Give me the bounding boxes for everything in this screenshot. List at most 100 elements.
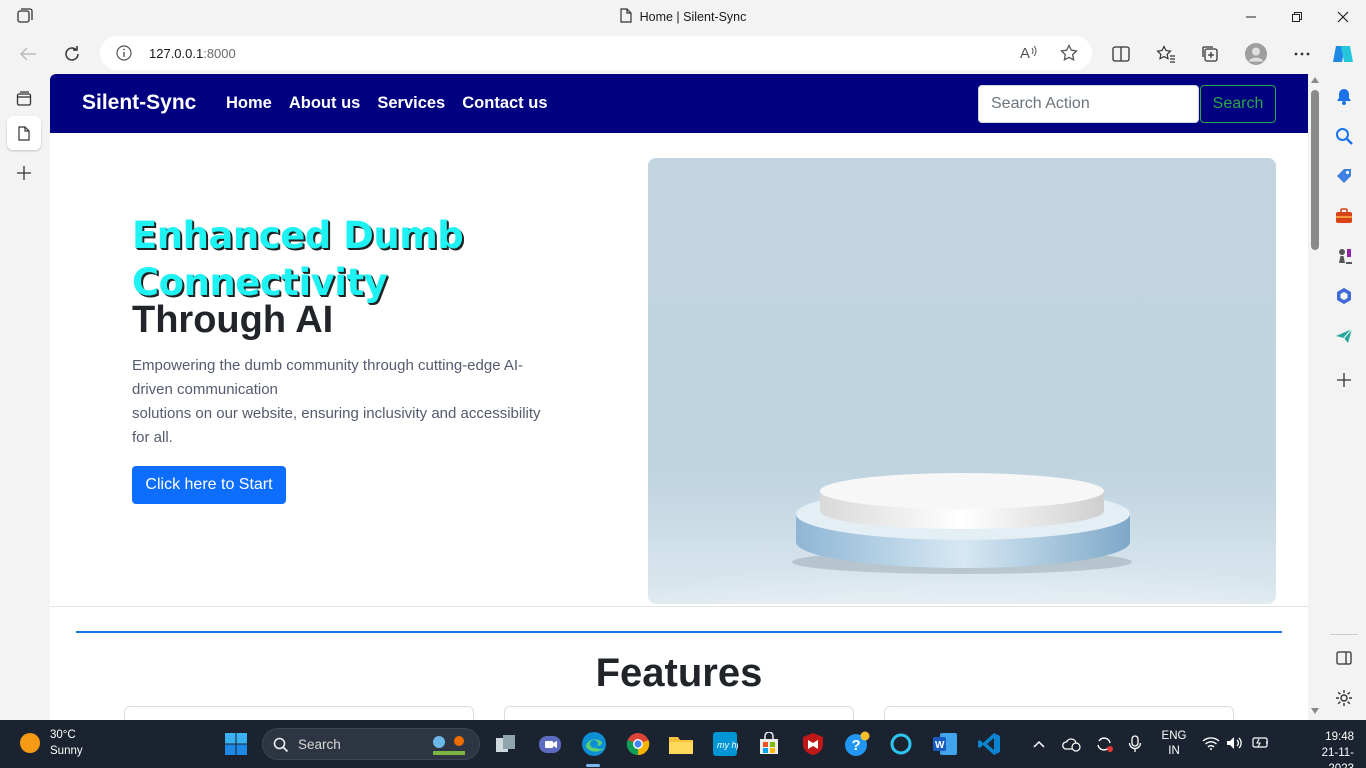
hero-description-line-2: solutions on our website, ensuring inclu… [132, 405, 541, 446]
search-highlight-icon [433, 736, 465, 755]
taskbar-search-label: Search [298, 737, 341, 752]
back-button[interactable] [12, 38, 44, 70]
url-host: 127.0.0.1 [149, 46, 204, 61]
vertical-tabs-strip [0, 74, 50, 720]
read-aloud-icon[interactable]: A [1020, 44, 1038, 65]
address-row: 127.0.0.1:8000 A [0, 33, 1366, 74]
nav-link-home[interactable]: Home [226, 94, 272, 113]
settings-gear-icon[interactable] [1332, 686, 1356, 710]
site-nav-links: Home About us Services Contact us [226, 94, 548, 113]
tab-actions-menu-icon[interactable] [7, 82, 41, 116]
browser-titlebar: Home | Silent-Sync [0, 0, 1366, 33]
svg-text:?: ? [852, 737, 861, 754]
window-title-text: Home | Silent-Sync [639, 10, 747, 24]
microsoft-store-icon[interactable] [755, 730, 783, 758]
shopping-tag-icon[interactable] [1332, 164, 1356, 188]
vscode-icon[interactable] [975, 730, 1003, 758]
nav-link-contact[interactable]: Contact us [462, 94, 547, 113]
svg-text:W: W [935, 740, 945, 751]
windows-taskbar: 30°C Sunny Search my hp ? W ENG IN 19:48… [0, 720, 1366, 768]
volume-icon[interactable] [1226, 736, 1244, 768]
search-icon[interactable] [1332, 124, 1356, 148]
word-icon[interactable]: W [931, 730, 959, 758]
edge-browser-icon[interactable] [580, 730, 608, 758]
new-tab-plus-icon[interactable] [7, 156, 41, 190]
copilot-icon[interactable] [1331, 42, 1355, 66]
collections-icon[interactable] [1198, 42, 1222, 66]
hero-bottom-divider [50, 606, 1308, 607]
file-explorer-icon[interactable] [667, 730, 695, 758]
page-scrollbar[interactable] [1308, 74, 1322, 720]
page-icon [620, 8, 632, 26]
feature-card [504, 706, 854, 720]
split-screen-icon[interactable] [1109, 42, 1133, 66]
tab-home-silent-sync[interactable] [7, 116, 41, 150]
language-indicator[interactable]: ENG IN [1158, 729, 1190, 768]
task-view-icon[interactable] [492, 730, 520, 758]
sunny-weather-icon [20, 733, 40, 753]
scroll-down-arrow-icon[interactable] [1311, 708, 1319, 714]
site-search-input[interactable] [978, 85, 1199, 123]
help-icon[interactable]: ? [843, 730, 871, 758]
clock-time: 19:48 [1325, 731, 1354, 743]
restore-button[interactable] [1274, 0, 1320, 33]
svg-text:A: A [1020, 45, 1030, 60]
site-search-button[interactable]: Search [1200, 85, 1276, 123]
more-options-icon[interactable] [1290, 42, 1314, 66]
minimize-button[interactable] [1228, 0, 1274, 33]
cortana-icon[interactable] [887, 730, 915, 758]
hide-sidebar-icon[interactable] [1332, 646, 1356, 670]
battery-icon[interactable] [1250, 736, 1270, 768]
window-title: Home | Silent-Sync [0, 8, 1366, 26]
games-chess-icon[interactable] [1332, 244, 1356, 268]
active-app-indicator [586, 764, 600, 767]
hero-title-rest: Through AI [132, 299, 334, 341]
favorite-star-icon[interactable] [1060, 44, 1078, 67]
edge-sidebar [1322, 74, 1366, 720]
onedrive-sync-icon[interactable] [1062, 736, 1082, 768]
close-button[interactable] [1320, 0, 1366, 33]
myhp-icon[interactable]: my hp [711, 730, 739, 758]
favorites-icon[interactable] [1154, 42, 1178, 66]
wifi-icon[interactable] [1202, 736, 1220, 768]
site-info-icon[interactable] [116, 45, 132, 66]
clock-date: 21-11-2023 [1321, 747, 1354, 768]
start-button[interactable]: Click here to Start [132, 466, 286, 504]
mcafee-icon[interactable] [799, 730, 827, 758]
url-port: :8000 [203, 46, 236, 61]
show-hidden-icons-chevron-icon[interactable] [1031, 736, 1047, 768]
site-navbar: Silent-Sync Home About us Services Conta… [50, 74, 1308, 133]
update-sync-icon[interactable] [1095, 735, 1115, 768]
language-code: ENG [1161, 730, 1187, 742]
microphone-icon[interactable] [1128, 735, 1142, 768]
page-viewport: Silent-Sync Home About us Services Conta… [50, 74, 1308, 720]
taskbar-clock[interactable]: 19:48 21-11-2023 [1312, 729, 1354, 768]
taskbar-search-box[interactable]: Search [262, 728, 480, 760]
hero-title-highlight: Enhanced Dumb Connectivity [132, 214, 464, 304]
microsoft-365-icon[interactable] [1332, 284, 1356, 308]
scrollbar-thumb[interactable] [1311, 90, 1319, 250]
feature-card [884, 706, 1234, 720]
tools-briefcase-icon[interactable] [1332, 204, 1356, 228]
features-divider [76, 631, 1282, 633]
language-region: IN [1168, 745, 1180, 757]
url-text[interactable]: 127.0.0.1:8000 [149, 46, 236, 61]
send-plane-icon[interactable] [1332, 324, 1356, 348]
windows-start-icon[interactable] [222, 730, 250, 758]
hero-podium-image [648, 158, 1276, 604]
hero-description: Empowering the dumb community through cu… [132, 354, 552, 450]
nav-link-services[interactable]: Services [377, 94, 445, 113]
hero-description-line-1: Empowering the dumb community through cu… [132, 357, 524, 398]
chrome-browser-icon[interactable] [624, 730, 652, 758]
address-bar[interactable]: 127.0.0.1:8000 A [100, 36, 1092, 70]
refresh-button[interactable] [56, 38, 88, 70]
notifications-bell-icon[interactable] [1332, 84, 1356, 108]
teams-meet-icon[interactable] [536, 730, 564, 758]
profile-avatar-icon[interactable] [1244, 42, 1268, 66]
scroll-up-arrow-icon[interactable] [1311, 77, 1319, 83]
site-brand[interactable]: Silent-Sync [82, 91, 196, 115]
weather-temperature: 30°C [50, 729, 76, 741]
nav-link-about[interactable]: About us [289, 94, 361, 113]
sidebar-divider [1330, 634, 1358, 635]
add-sidebar-app-icon[interactable] [1332, 368, 1356, 392]
